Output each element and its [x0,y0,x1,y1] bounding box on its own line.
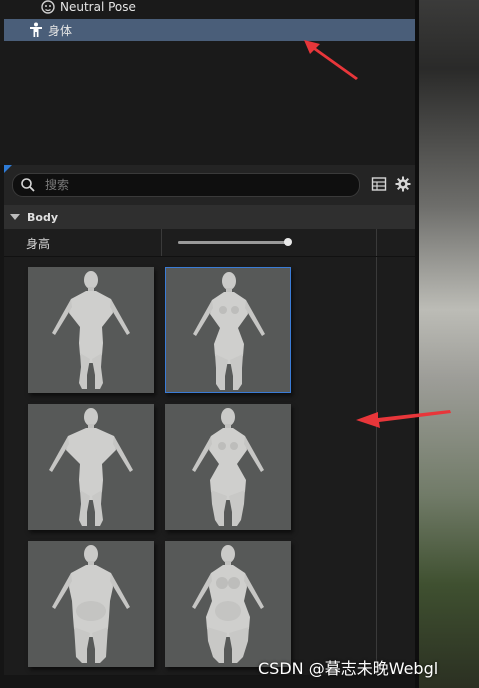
body-preset-grid [4,257,415,675]
tree-item-label: 身体 [48,23,73,38]
tree-item-label: Neutral Pose [60,0,136,14]
body-figure-male-muscular [49,408,133,526]
tree-item-neutral-pose[interactable]: Neutral Pose [4,0,415,18]
property-row-height: 身高 [4,229,415,257]
gear-icon[interactable] [394,175,412,193]
category-label: Body [27,210,58,224]
annotation-arrow [304,40,358,80]
watermark: CSDN @暮志未晚Webgl [258,659,439,678]
body-icon [28,22,44,38]
body-figure-female-average [193,272,265,390]
search-bar[interactable] [12,173,360,197]
search-input[interactable] [43,177,347,193]
body-figure-male-heavy [52,545,130,663]
column-splitter[interactable] [161,229,162,256]
preset-thumbnail-female-heavy[interactable] [165,541,291,667]
column-splitter[interactable] [376,257,377,675]
preset-thumbnail-female-curvy[interactable] [165,404,291,530]
preset-thumbnail-male-muscular[interactable] [28,404,154,530]
preset-thumbnail-male-heavy[interactable] [28,541,154,667]
chevron-down-icon [10,214,20,220]
grid-view-icon[interactable] [370,175,388,193]
height-slider[interactable] [178,238,292,246]
slider-handle[interactable] [284,238,292,246]
annotation-arrow [356,410,451,428]
preset-thumbnail-female-average[interactable] [165,267,291,393]
face-icon [40,0,56,15]
column-splitter[interactable] [376,229,377,256]
search-icon [19,176,37,194]
panel-corner-marker [4,165,12,173]
body-figure-male-average [52,271,130,389]
slider-fill [178,241,288,244]
body-figure-female-heavy [192,545,264,663]
property-label: 身高 [26,237,51,251]
category-header-body[interactable]: Body [4,205,415,229]
viewport-background [419,0,479,688]
outliner-panel: Neutral Pose 身体 [0,0,419,165]
body-figure-female-curvy [192,408,264,526]
preset-thumbnail-male-average[interactable] [28,267,154,393]
